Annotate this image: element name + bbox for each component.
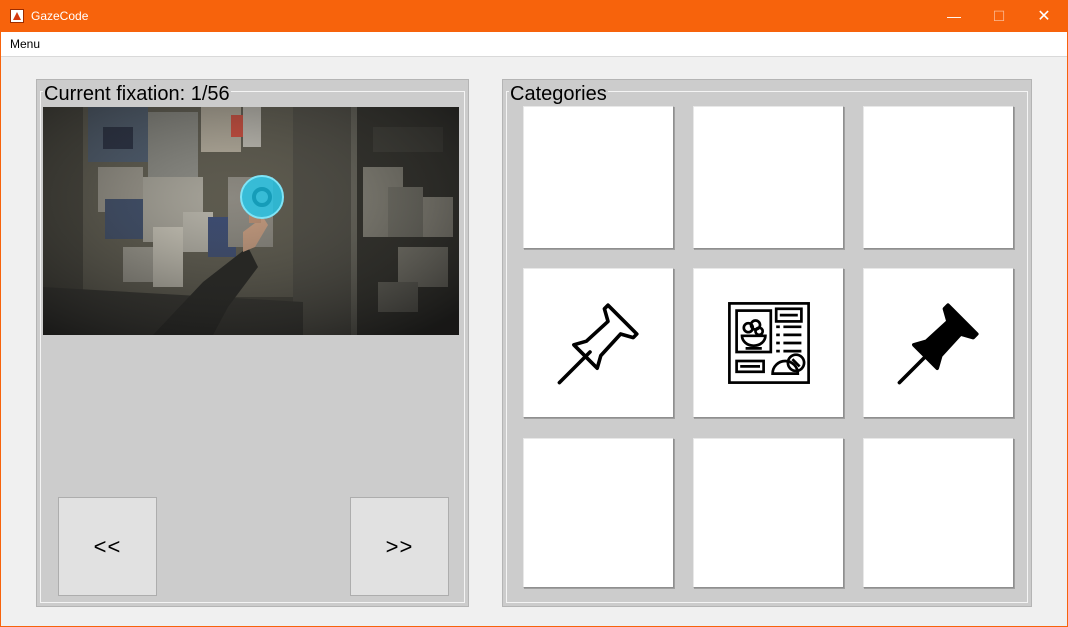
category-button-5[interactable] xyxy=(693,268,844,418)
pushpin-outline-icon xyxy=(557,303,639,385)
category-button-2[interactable] xyxy=(693,106,844,249)
category-button-7[interactable] xyxy=(523,438,674,588)
close-icon[interactable]: ✕ xyxy=(1021,1,1067,32)
matlab-app-icon xyxy=(10,9,24,23)
maximize-icon[interactable]: ☐ xyxy=(976,1,1022,32)
app-window: GazeCode — ☐ ✕ Menu Current fixation: 1/… xyxy=(0,0,1068,627)
fixation-panel: Current fixation: 1/56 << >> xyxy=(36,79,469,607)
category-button-6[interactable] xyxy=(863,268,1014,418)
pushpin-filled-icon xyxy=(897,303,979,385)
next-fixation-button[interactable]: >> xyxy=(350,497,449,596)
menu-item-menu[interactable]: Menu xyxy=(10,37,40,51)
scene-image xyxy=(43,107,459,335)
category-button-1[interactable] xyxy=(523,106,674,249)
category-button-4[interactable] xyxy=(523,268,674,418)
window-title: GazeCode xyxy=(31,9,89,23)
recipe-card-icon xyxy=(727,302,810,384)
categories-panel: Categories xyxy=(502,79,1032,607)
category-button-9[interactable] xyxy=(863,438,1014,588)
category-button-8[interactable] xyxy=(693,438,844,588)
fixation-counter: Current fixation: 1/56 xyxy=(43,83,231,105)
minimize-icon[interactable]: — xyxy=(931,1,977,32)
title-bar: GazeCode — ☐ ✕ xyxy=(1,1,1067,32)
scene-camera-frame xyxy=(43,107,459,335)
category-button-3[interactable] xyxy=(863,106,1014,249)
previous-fixation-button[interactable]: << xyxy=(58,497,157,596)
categories-title: Categories xyxy=(509,83,608,105)
menu-bar: Menu xyxy=(1,32,1067,57)
